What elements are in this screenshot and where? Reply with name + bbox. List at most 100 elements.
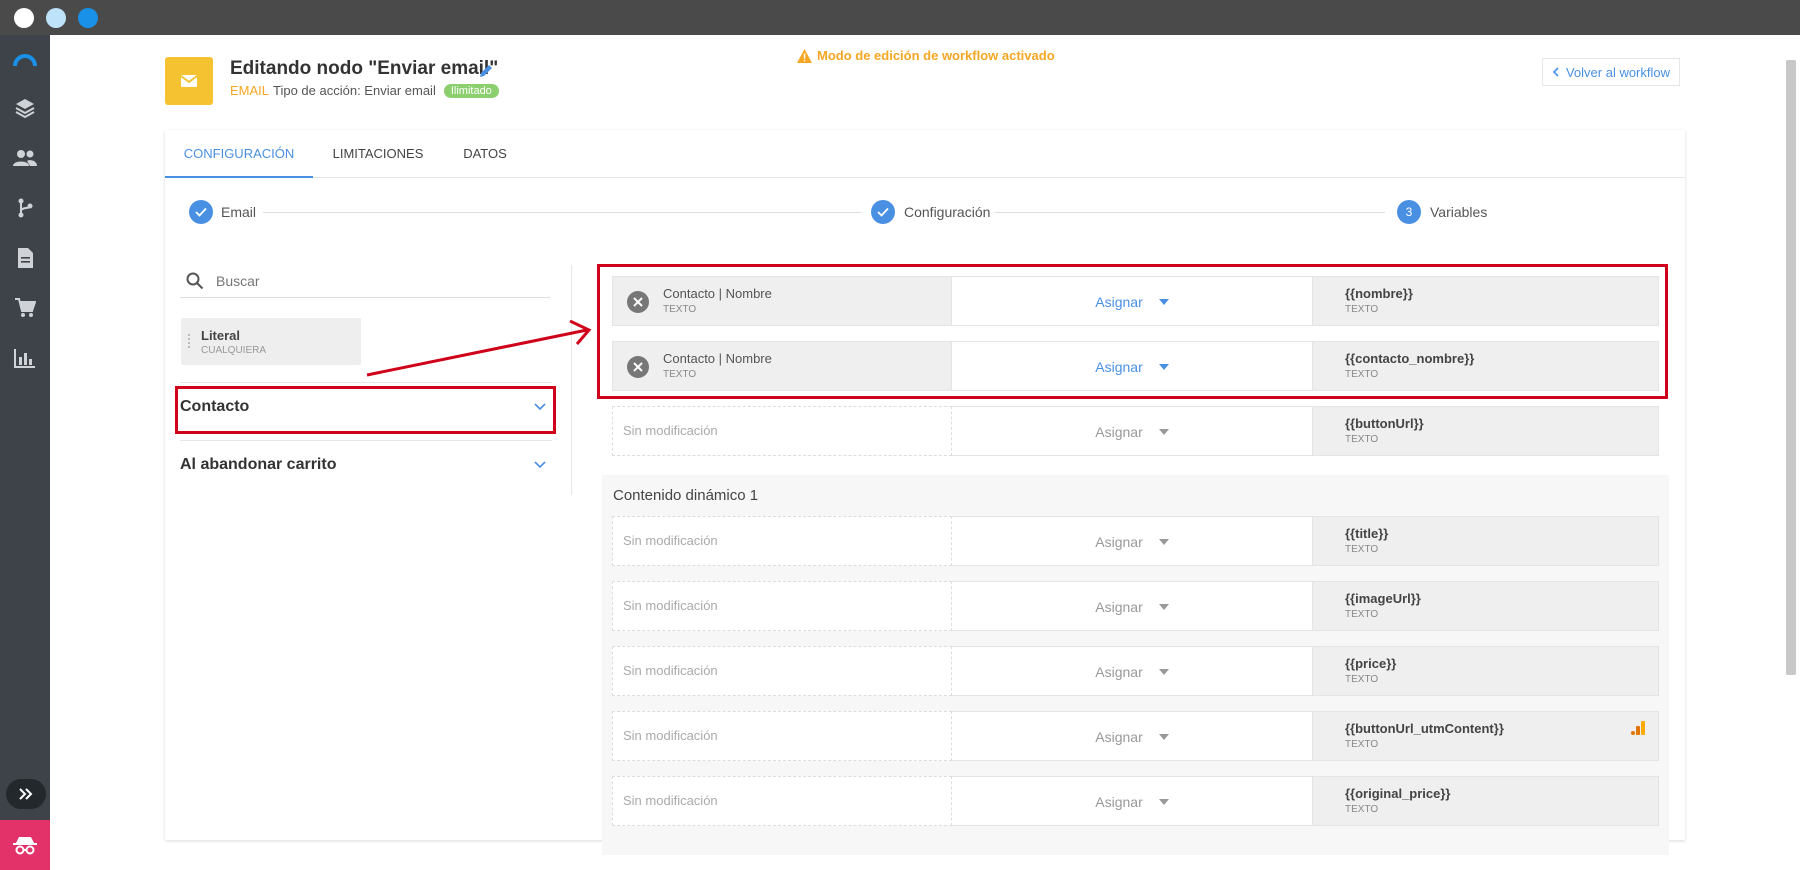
dynamic-content-title: Contenido dinámico 1: [613, 487, 759, 504]
stepper: Email Configuración 3 Variables: [165, 178, 1685, 248]
assign-label: Asignar: [1095, 794, 1143, 810]
tab-configuracion[interactable]: CONFIGURACIÓN: [165, 130, 313, 178]
mapping-drop-target[interactable]: Sin modificación: [612, 711, 952, 761]
assign-segment: Asignar: [952, 516, 1312, 566]
warning-text: Modo de edición de workflow activado: [817, 48, 1055, 63]
group-al-abandonar-carrito[interactable]: Al abandonar carrito: [180, 450, 550, 480]
mapping-row: Sin modificación Asignar {{buttonUrl}} T…: [612, 406, 1659, 456]
cart-icon[interactable]: [12, 295, 38, 321]
variable-name: {{original_price}}: [1345, 786, 1451, 801]
mapping-drop-target[interactable]: Sin modificación: [612, 516, 952, 566]
group-label: Al abandonar carrito: [180, 456, 337, 473]
assign-dropdown[interactable]: Asignar: [952, 777, 1312, 827]
double-chevron-right-icon[interactable]: [6, 779, 46, 809]
logo-icon[interactable]: [12, 47, 38, 73]
chevron-down-icon: [534, 461, 546, 469]
mapping-variable: {{original_price}} TEXTO: [1312, 776, 1659, 826]
app-sidebar: [0, 35, 50, 870]
step-connector: [995, 212, 1385, 213]
assign-dropdown[interactable]: Asignar: [952, 517, 1312, 567]
source-empty-label: Sin modificación: [623, 423, 718, 438]
variable-type: TEXTO: [1345, 739, 1379, 750]
mapping-variable: {{title}} TEXTO: [1312, 516, 1659, 566]
literal-name: Literal: [201, 328, 241, 343]
mapping-row: Sin modificación Asignar {{imageUrl}} TEX…: [612, 581, 1659, 631]
assign-label: Asignar: [1095, 599, 1143, 615]
mapping-drop-target[interactable]: Sin modificación: [612, 776, 952, 826]
source-empty-label: Sin modificación: [623, 728, 718, 743]
highlight-mapped-rows: [597, 264, 1668, 399]
source-empty-label: Sin modificación: [623, 663, 718, 678]
mapping-drop-target[interactable]: Sin modificación: [612, 581, 952, 631]
search-box[interactable]: [180, 265, 550, 298]
caret-down-icon: [1158, 539, 1169, 545]
back-label: Volver al workflow: [1565, 64, 1671, 80]
search-icon: [186, 272, 204, 290]
tab-limitaciones[interactable]: LIMITACIONES: [313, 130, 443, 178]
variable-name: {{title}}: [1345, 526, 1389, 541]
users-icon[interactable]: [12, 145, 38, 171]
variable-type: TEXTO: [1345, 674, 1379, 685]
mapping-variable: {{buttonUrl_utmContent}} TEXTO: [1312, 711, 1659, 761]
close-dot[interactable]: [14, 8, 34, 28]
layers-icon[interactable]: [12, 95, 38, 121]
page-scrollbar[interactable]: [1786, 60, 1796, 675]
variable-name: {{imageUrl}}: [1345, 591, 1421, 606]
document-icon[interactable]: [12, 245, 38, 271]
maximize-dot[interactable]: [78, 8, 98, 28]
panel-divider: [571, 265, 572, 495]
mapping-variable: {{imageUrl}} TEXTO: [1312, 581, 1659, 631]
node-editor-card: CONFIGURACIÓN LIMITACIONES DATOS Email C…: [165, 130, 1685, 855]
variable-name: {{buttonUrl}}: [1345, 416, 1424, 431]
search-input[interactable]: [216, 273, 516, 289]
variable-name: {{buttonUrl_utmContent}}: [1345, 721, 1504, 736]
pencil-icon[interactable]: [478, 63, 494, 84]
step-variables-label[interactable]: Variables: [1430, 204, 1487, 220]
chevron-left-icon: [1552, 67, 1559, 77]
step-connector: [263, 212, 861, 213]
assign-segment: Asignar: [952, 711, 1312, 761]
mapping-row: Sin modificación Asignar {{buttonUrl_utm…: [612, 711, 1659, 761]
annotation-arrow: [366, 320, 592, 377]
mapping-drop-target[interactable]: Sin modificación: [612, 646, 952, 696]
minimize-dot[interactable]: [46, 8, 66, 28]
variable-type: TEXTO: [1345, 434, 1379, 445]
step-config-check-icon: [871, 200, 895, 224]
incognito-icon[interactable]: [0, 820, 50, 870]
step-config-label[interactable]: Configuración: [904, 204, 990, 220]
assign-segment: Asignar: [952, 646, 1312, 696]
assign-segment: Asignar: [952, 776, 1312, 826]
assign-segment: Asignar: [952, 406, 1312, 456]
divider: [180, 440, 552, 441]
tab-bar: CONFIGURACIÓN LIMITACIONES DATOS: [165, 130, 1685, 178]
assign-dropdown[interactable]: Asignar: [952, 407, 1312, 457]
action-type-label: Tipo de acción: Enviar email: [273, 83, 436, 98]
variable-type: TEXTO: [1345, 804, 1379, 815]
channel-label: EMAIL: [230, 83, 270, 98]
assign-dropdown[interactable]: Asignar: [952, 582, 1312, 632]
limit-badge: Ilimitado: [443, 83, 499, 98]
divider: [180, 382, 552, 383]
step-variables-number: 3: [1397, 200, 1421, 224]
back-to-workflow-button[interactable]: Volver al workflow: [1542, 58, 1680, 86]
literal-draggable[interactable]: Literal CUALQUIERA: [181, 318, 361, 365]
drag-handle-icon[interactable]: [188, 334, 192, 348]
mapping-drop-target[interactable]: Sin modificación: [612, 406, 952, 456]
assign-dropdown[interactable]: Asignar: [952, 647, 1312, 697]
step-email-check-icon: [189, 200, 213, 224]
variable-name: {{price}}: [1345, 656, 1397, 671]
assign-label: Asignar: [1095, 729, 1143, 745]
chart-icon[interactable]: [12, 345, 38, 371]
literal-type: CUALQUIERA: [201, 345, 267, 356]
workflow-icon[interactable]: [12, 195, 38, 221]
variable-type: TEXTO: [1345, 544, 1379, 555]
source-empty-label: Sin modificación: [623, 533, 718, 548]
edit-mode-warning: Modo de edición de workflow activado: [797, 48, 1055, 63]
browser-titlebar: [0, 0, 1800, 35]
mapping-variable: {{buttonUrl}} TEXTO: [1312, 406, 1659, 456]
assign-label: Asignar: [1095, 424, 1143, 440]
mapping-variable: {{price}} TEXTO: [1312, 646, 1659, 696]
step-email-label[interactable]: Email: [221, 204, 256, 220]
tab-datos[interactable]: DATOS: [445, 130, 525, 178]
assign-dropdown[interactable]: Asignar: [952, 712, 1312, 762]
